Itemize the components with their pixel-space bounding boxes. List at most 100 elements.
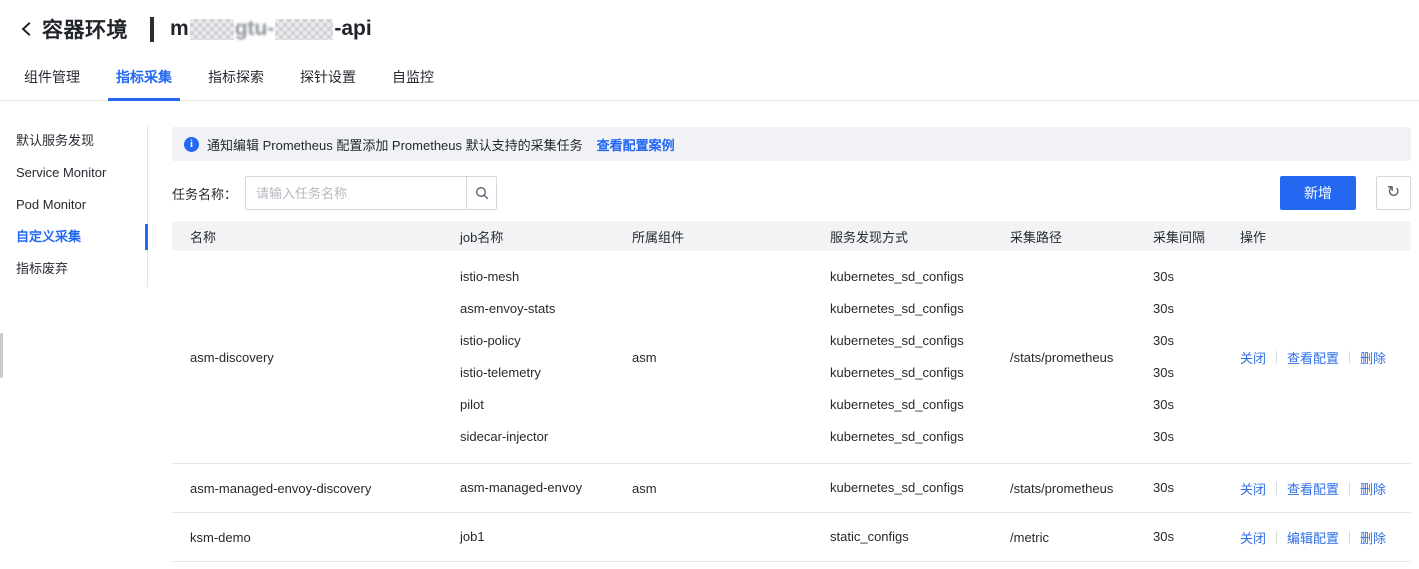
tab-component-management[interactable]: 组件管理 (24, 67, 80, 100)
scrape-interval: 30s (1153, 397, 1174, 412)
title-divider (150, 16, 154, 42)
cell-service-discovery: kubernetes_sd_configs kubernetes_sd_confi… (830, 261, 1010, 453)
refresh-icon: ↻ (1386, 184, 1401, 201)
cell-task-name: asm-managed-envoy-discovery (190, 480, 372, 496)
tab-probe-settings[interactable]: 探针设置 (300, 67, 356, 100)
search-group (245, 176, 498, 210)
sd-config-type: kubernetes_sd_configs (830, 333, 964, 348)
cell-scrape-interval: 30s 30s 30s 30s 30s 30s (1153, 261, 1240, 453)
tab-metric-explore[interactable]: 指标探索 (208, 67, 264, 100)
sd-config-type: kubernetes_sd_configs (830, 397, 964, 412)
column-header: job名称 (460, 229, 504, 245)
table-row: asm-managed-envoy-discovery asm-managed-e… (172, 464, 1411, 513)
close-action-link[interactable]: 关闭 (1240, 528, 1266, 547)
refresh-button[interactable]: ↻ (1376, 176, 1411, 210)
view-config-action-link[interactable]: 查看配置 (1287, 348, 1339, 367)
close-action-link[interactable]: 关闭 (1240, 479, 1266, 498)
delete-action-link[interactable]: 删除 (1360, 528, 1386, 547)
scrape-interval: 30s (1153, 429, 1174, 444)
view-config-example-link[interactable]: 查看配置案例 (597, 135, 675, 154)
column-header: 名称 (190, 229, 217, 245)
action-separator (1349, 481, 1351, 495)
table-row: ksm-demo job1 static_configs/metric 30s 关闭 编辑… (172, 513, 1411, 562)
sidebar-item-service-monitor[interactable]: Service Monitor (0, 157, 147, 189)
tab-metric-collection[interactable]: 指标采集 (108, 67, 180, 101)
cell-task-name: asm-discovery (190, 349, 274, 365)
cell-component: asm (632, 480, 657, 496)
env-name-mid: gtu- (234, 17, 275, 40)
info-banner: i 通知编辑 Prometheus 配置添加 Prometheus 默认支持的采… (172, 127, 1411, 161)
scrape-interval: 30s (1153, 333, 1174, 348)
close-action-link[interactable]: 关闭 (1240, 348, 1266, 367)
info-icon: i (184, 136, 199, 152)
job-name: pilot (460, 397, 484, 412)
action-separator (1349, 530, 1351, 544)
sd-config-type: kubernetes_sd_configs (830, 429, 964, 444)
cell-actions: 关闭 查看配置 删除 (1240, 261, 1411, 453)
cell-metrics-path: /metric (1010, 529, 1049, 545)
sidebar-item-metric-deprecation[interactable]: 指标废弃 (0, 253, 147, 285)
job-name: job1 (460, 529, 485, 544)
back-button[interactable] (18, 20, 36, 38)
env-name-prefix: m (170, 17, 189, 40)
banner-text: 通知编辑 Prometheus 配置添加 Prometheus 默认支持的采集任… (207, 137, 583, 153)
sidebar: 默认服务发现 Service Monitor Pod Monitor 自定义采集 指标废… (0, 125, 148, 287)
job-name: istio-policy (460, 333, 521, 348)
scrollbar-thumb[interactable] (0, 333, 3, 378)
sd-config-type: kubernetes_sd_configs (830, 480, 964, 495)
column-header: 采集间隔 (1153, 229, 1206, 245)
redacted-segment (275, 18, 334, 40)
scrape-interval: 30s (1153, 269, 1174, 284)
page-title: 容器环境 (42, 19, 128, 42)
table-header-row: 名称 job名称 所属组件 服务发现方式 采集路径 采集间隔 操作 (172, 221, 1411, 251)
delete-action-link[interactable]: 删除 (1360, 348, 1386, 367)
cell-scrape-interval: 30s (1153, 472, 1240, 504)
cell-service-discovery: kubernetes_sd_configs (830, 472, 1010, 504)
env-name-suffix: -api (334, 17, 372, 40)
cell-scrape-interval: 30s (1153, 521, 1240, 553)
job-name: istio-telemetry (460, 365, 541, 380)
environment-name: m gtu- -api (170, 17, 372, 41)
collection-tasks-table: 名称 job名称 所属组件 服务发现方式 采集路径 采集间隔 操作 asm-discover… (172, 221, 1411, 562)
job-name: asm-managed-envoy (460, 480, 583, 495)
filter-row: 任务名称： 新增 ↻ (172, 176, 1411, 210)
tab-bar: 组件管理 指标采集 指标探索 探针设置 自监控 (0, 58, 1419, 101)
column-header: 所属组件 (632, 229, 685, 245)
sd-config-type: kubernetes_sd_configs (830, 269, 964, 284)
cell-job-names: asm-managed-envoy (460, 472, 632, 504)
view-config-action-link[interactable]: 查看配置 (1287, 479, 1339, 498)
tab-self-monitoring[interactable]: 自监控 (392, 67, 434, 100)
sidebar-item-default-service-discovery[interactable]: 默认服务发现 (0, 125, 147, 157)
task-name-label: 任务名称： (172, 186, 238, 202)
job-name: sidecar-injector (460, 429, 549, 444)
column-header: 操作 (1240, 229, 1267, 245)
column-header: 服务发现方式 (830, 229, 909, 245)
cell-actions: 关闭 编辑配置 删除 (1240, 521, 1411, 553)
cell-metrics-path: /stats/prometheus (1010, 480, 1114, 496)
scrape-interval: 30s (1153, 365, 1174, 380)
cell-actions: 关闭 查看配置 删除 (1240, 472, 1411, 504)
scrape-interval: 30s (1153, 529, 1174, 544)
job-name: istio-mesh (460, 269, 520, 284)
task-name-input[interactable] (245, 176, 468, 210)
add-button[interactable]: 新增 (1280, 176, 1356, 210)
cell-job-names: job1 (460, 521, 632, 553)
sidebar-item-pod-monitor[interactable]: Pod Monitor (0, 189, 147, 221)
delete-action-link[interactable]: 删除 (1360, 479, 1386, 498)
action-separator (1349, 350, 1351, 364)
sidebar-item-custom-collection[interactable]: 自定义采集 (0, 221, 148, 253)
sd-config-type: static_configs (830, 529, 909, 544)
edit-config-action-link[interactable]: 编辑配置 (1287, 528, 1339, 547)
column-header: 采集路径 (1010, 229, 1063, 245)
action-separator (1276, 350, 1278, 364)
table-body: asm-discovery istio-mesh asm-envoy-stats is… (172, 251, 1411, 562)
sd-config-type: kubernetes_sd_configs (830, 365, 964, 380)
redacted-segment (189, 18, 234, 40)
action-separator (1276, 481, 1278, 495)
scrape-interval: 30s (1153, 480, 1174, 495)
search-button[interactable] (467, 176, 498, 210)
page: 容器环境 m gtu- -api 组件管理 指标采集 指标探索 探针设置 自监控 默认服… (0, 0, 1419, 569)
search-icon (475, 187, 488, 200)
cell-service-discovery: static_configs (830, 521, 1010, 553)
main-panel: i 通知编辑 Prometheus 配置添加 Prometheus 默认支持的采… (172, 101, 1411, 562)
